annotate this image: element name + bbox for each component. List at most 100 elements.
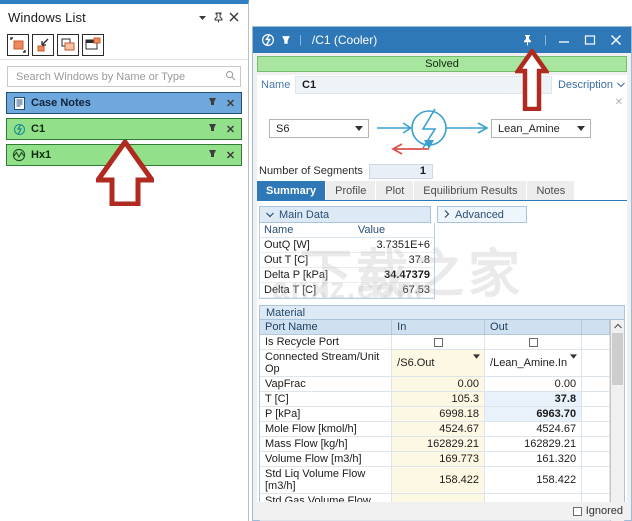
minimize-windows-button[interactable] [82, 33, 104, 56]
out-value[interactable]: 4524.67 [484, 421, 583, 437]
pin-menu-icon[interactable] [277, 35, 295, 46]
group-main-data[interactable]: Main Data [259, 206, 431, 223]
ignored-checkbox[interactable] [572, 506, 582, 516]
table-row[interactable]: P [kPa] 6998.18 6963.70 [260, 406, 610, 422]
item-close-icon[interactable]: ✕ [224, 149, 237, 162]
outlet-stream-select[interactable]: Lean_Amine [491, 119, 591, 138]
in-value[interactable]: 169.773 [391, 451, 486, 467]
window-titlebar[interactable]: | /C1 (Cooler) | [253, 27, 631, 53]
tab-profile[interactable]: Profile [326, 181, 376, 200]
out-value[interactable]: 158.422 [484, 466, 583, 494]
col-out[interactable]: Out [484, 320, 583, 335]
tab-plot[interactable]: Plot [376, 181, 414, 200]
row-label: VapFrac [260, 376, 393, 392]
titlebar-divider: | [299, 34, 302, 46]
windows-list-item-c1[interactable]: C1 ✕ [6, 118, 242, 140]
item-close-icon[interactable]: ✕ [224, 123, 237, 136]
col-in[interactable]: In [391, 320, 486, 335]
dropdown-icon[interactable] [194, 9, 210, 25]
row-value[interactable]: 37.8 [353, 252, 434, 268]
out-value[interactable]: 162829.21 [484, 436, 583, 452]
inlet-stream-select[interactable]: S6 [269, 119, 369, 138]
out-value[interactable]: 0.00 [484, 376, 583, 392]
scrollbar-thumb[interactable] [612, 333, 623, 385]
in-value[interactable]: 0.00 [391, 376, 486, 392]
out-stream-select[interactable]: /Lean_Amine.In [484, 349, 583, 377]
table-header-row: Port Name In Out [260, 320, 610, 335]
checkbox[interactable] [433, 337, 443, 347]
table-row[interactable]: Volume Flow [m3/h] 169.773 161.320 [260, 451, 610, 467]
description-link[interactable]: Description [552, 79, 617, 91]
tab-notes[interactable]: Notes [527, 181, 575, 200]
close-icon[interactable] [226, 9, 242, 25]
in-value[interactable]: 162829.21 [391, 436, 486, 452]
tab-equilibrium-results[interactable]: Equilibrium Results [414, 181, 527, 200]
spacer-cell [581, 349, 610, 377]
col-name[interactable]: Name [260, 223, 354, 238]
chevron-down-icon [266, 210, 274, 220]
item-close-icon[interactable]: ✕ [224, 97, 237, 110]
material-table-wrapper: Port Name In Out Is Recycle Port Connect… [259, 320, 625, 521]
in-checkbox-cell[interactable] [391, 334, 486, 350]
table-row[interactable]: Connected Stream/Unit Op /S6.Out /Lean_A… [260, 349, 610, 377]
in-stream-select[interactable]: /S6.Out [391, 349, 486, 377]
pin-icon[interactable] [210, 9, 226, 25]
item-pin-icon[interactable] [206, 149, 219, 162]
group-advanced[interactable]: Advanced [437, 206, 527, 223]
arrange-windows-button[interactable] [57, 33, 79, 56]
close-button[interactable] [603, 28, 629, 52]
chevron-down-icon [577, 124, 585, 133]
in-value[interactable]: 158.422 [391, 466, 486, 494]
material-section-header[interactable]: Material [259, 305, 625, 320]
table-row[interactable]: T [C] 105.3 37.8 [260, 391, 610, 407]
col-value[interactable]: Value [353, 223, 434, 238]
tab-summary[interactable]: Summary [257, 181, 326, 200]
screenshot-root: Windows List Search Windows by Name or T… [0, 0, 632, 521]
flowsheet-close-icon[interactable]: ✕ [615, 97, 623, 108]
table-row[interactable]: Delta P [kPa] 34.47379 [260, 267, 434, 283]
search-box[interactable] [7, 66, 241, 87]
table-row[interactable]: Std Liq Volume Flow [m3/h] 158.422 158.4… [260, 466, 610, 494]
row-value[interactable]: 3.7351E+6 [353, 237, 434, 253]
row-label: Connected Stream/Unit Op [260, 349, 393, 377]
out-value[interactable]: 6963.70 [484, 406, 583, 422]
chevron-down-icon[interactable] [617, 80, 625, 90]
outlet-stream-value: Lean_Amine [498, 122, 560, 135]
maximize-button[interactable] [577, 28, 603, 52]
table-header-row: Name Value [260, 223, 434, 238]
segments-field[interactable]: 1 [368, 163, 433, 179]
minimize-button[interactable] [551, 28, 577, 52]
in-value[interactable]: 6998.18 [391, 406, 486, 422]
table-row[interactable]: Mole Flow [kmol/h] 4524.67 4524.67 [260, 421, 610, 437]
out-value[interactable]: 37.8 [484, 391, 583, 407]
table-row[interactable]: VapFrac 0.00 0.00 [260, 376, 610, 392]
table-row[interactable]: Delta T [C] 67.53 [260, 282, 434, 298]
name-field[interactable]: C1 [295, 76, 552, 94]
table-row[interactable]: OutQ [W] 3.7351E+6 [260, 237, 434, 253]
search-input[interactable] [14, 69, 225, 84]
col-port-name[interactable]: Port Name [260, 320, 393, 335]
window-title: /C1 (Cooler) [311, 33, 378, 47]
item-pin-icon[interactable] [206, 97, 219, 110]
row-value[interactable]: 67.53 [353, 282, 434, 298]
scroll-up-arrow[interactable] [611, 320, 624, 332]
table-row[interactable]: Is Recycle Port [260, 334, 610, 350]
row-value[interactable]: 34.47379 [353, 267, 434, 283]
material-scrollbar[interactable] [610, 320, 624, 521]
spacer-cell [581, 376, 610, 392]
windows-list-item-case-notes[interactable]: Case Notes ✕ [6, 92, 242, 114]
search-container [0, 60, 248, 92]
out-checkbox-cell[interactable] [484, 334, 583, 350]
window-body: Name C1 Description ✕ S6 Lean_Amine Numb… [257, 75, 627, 521]
out-value[interactable]: 161.320 [484, 451, 583, 467]
table-row[interactable]: Mass Flow [kg/h] 162829.21 162829.21 [260, 436, 610, 452]
item-pin-icon[interactable] [206, 123, 219, 136]
cooler-icon [12, 122, 26, 136]
in-value[interactable]: 105.3 [391, 391, 486, 407]
segments-label: Number of Segments [259, 165, 363, 177]
cascade-windows-button[interactable] [7, 33, 29, 56]
table-row[interactable]: Out T [C] 37.8 [260, 252, 434, 268]
in-value[interactable]: 4524.67 [391, 421, 486, 437]
checkbox[interactable] [528, 337, 538, 347]
tile-windows-button[interactable] [32, 33, 54, 56]
